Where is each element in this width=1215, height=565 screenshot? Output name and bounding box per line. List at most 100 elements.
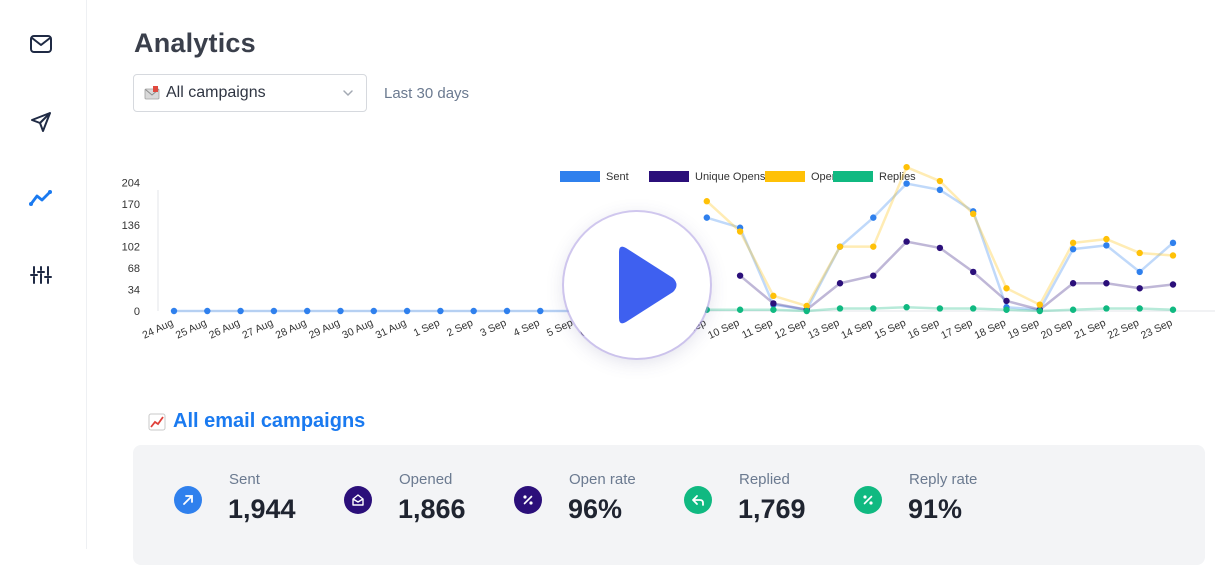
data-point (1136, 305, 1143, 312)
x-tick-label: 30 Aug (340, 317, 375, 342)
data-point (836, 243, 844, 250)
sidebar (0, 0, 87, 549)
x-tick-label: 25 Aug (174, 317, 209, 342)
legend-label: Unique Opens (695, 171, 766, 183)
data-point (770, 300, 777, 307)
envelope-icon (144, 86, 160, 100)
data-point (1069, 245, 1077, 253)
data-point (1069, 280, 1077, 287)
campaign-select[interactable]: All campaigns (133, 74, 367, 112)
data-point (1136, 268, 1143, 276)
legend-swatch (560, 171, 600, 182)
x-tick-label: 2 Sep (445, 317, 475, 340)
data-point (204, 307, 211, 315)
stat-value: 1,769 (738, 494, 806, 524)
x-tick-label: 22 Sep (1106, 317, 1141, 342)
y-tick-label: 170 (122, 199, 140, 211)
stat-value: 91% (908, 494, 963, 524)
play-icon (619, 246, 677, 324)
send-icon (31, 112, 51, 132)
x-tick-label: 4 Sep (512, 317, 542, 340)
data-point (304, 307, 311, 315)
legend-label: Replies (879, 171, 916, 183)
x-tick-label: 15 Sep (873, 317, 908, 342)
stat-label: Opened (399, 471, 453, 488)
open-envelope-icon (344, 486, 372, 514)
percent-icon (854, 486, 882, 514)
data-point (970, 305, 977, 312)
sidebar-item-inbox[interactable] (22, 25, 60, 63)
main-content: Analytics All campaigns Last 30 days 0 34… (86, 0, 1215, 565)
data-point (1169, 306, 1177, 313)
data-point (370, 307, 377, 315)
stat-value: 1,866 (398, 494, 466, 524)
stat-value: 1,944 (228, 494, 296, 524)
x-tick-label: 29 Aug (307, 317, 342, 342)
data-point (736, 228, 744, 235)
x-tick-label: 28 Aug (274, 317, 309, 342)
data-point (1169, 252, 1177, 259)
data-point (1003, 297, 1010, 305)
data-point (736, 306, 744, 313)
sidebar-item-settings[interactable] (22, 256, 60, 294)
y-tick-label: 102 (122, 242, 140, 254)
data-point (1069, 306, 1077, 313)
data-point (1169, 239, 1177, 247)
x-tick-label: 3 Sep (478, 317, 508, 340)
data-point (503, 307, 511, 315)
data-point (1136, 285, 1143, 292)
stat-label: Open rate (569, 471, 636, 488)
sidebar-item-campaigns[interactable] (22, 103, 60, 141)
data-point (870, 272, 877, 279)
x-tick-label: 18 Sep (973, 317, 1008, 342)
mail-icon (30, 35, 52, 53)
y-tick-label: 0 (134, 306, 140, 318)
data-point (1103, 242, 1110, 249)
stat-value: 96% (568, 494, 623, 524)
sidebar-item-analytics[interactable] (22, 179, 60, 217)
data-point (470, 307, 477, 315)
data-point (1103, 305, 1110, 312)
data-point (1169, 281, 1177, 288)
data-point (936, 177, 944, 185)
stats-card: Sent 1,944 Opened 1,866 Open rate 96% Re… (133, 445, 1205, 565)
data-point (936, 305, 944, 312)
data-point (770, 306, 777, 313)
data-point (836, 280, 844, 287)
stat-label: Replied (739, 471, 790, 488)
campaign-select-value: All campaigns (166, 84, 266, 101)
data-point (836, 305, 844, 312)
date-range-label: Last 30 days (384, 85, 470, 102)
data-point (1103, 280, 1110, 287)
data-point (903, 304, 910, 311)
data-point (337, 307, 344, 315)
y-tick-label: 34 (128, 285, 140, 297)
x-tick-label: 19 Sep (1006, 317, 1041, 342)
x-tick-label: 17 Sep (939, 317, 974, 342)
x-tick-label: 26 Aug (207, 317, 242, 342)
data-point (1036, 301, 1043, 308)
data-point (903, 180, 910, 187)
data-point (1003, 285, 1010, 292)
x-tick-label: 24 Aug (141, 317, 176, 342)
data-point (870, 214, 877, 221)
data-point (770, 292, 777, 300)
data-point (1103, 235, 1110, 243)
legend-swatch (649, 171, 689, 182)
x-tick-label: 13 Sep (806, 317, 841, 342)
data-point (936, 186, 944, 194)
x-tick-label: 1 Sep (412, 317, 442, 340)
data-point (870, 305, 877, 312)
series-line (739, 240, 1174, 311)
data-point (537, 307, 544, 315)
data-point (703, 198, 710, 205)
send-arrow-icon (174, 486, 202, 514)
data-point (870, 243, 877, 250)
data-point (170, 307, 178, 315)
sliders-icon (30, 266, 52, 284)
reply-icon (684, 486, 712, 514)
data-point (403, 307, 411, 315)
data-point (1136, 249, 1143, 257)
video-play-button[interactable] (564, 212, 710, 358)
data-point (970, 268, 977, 276)
